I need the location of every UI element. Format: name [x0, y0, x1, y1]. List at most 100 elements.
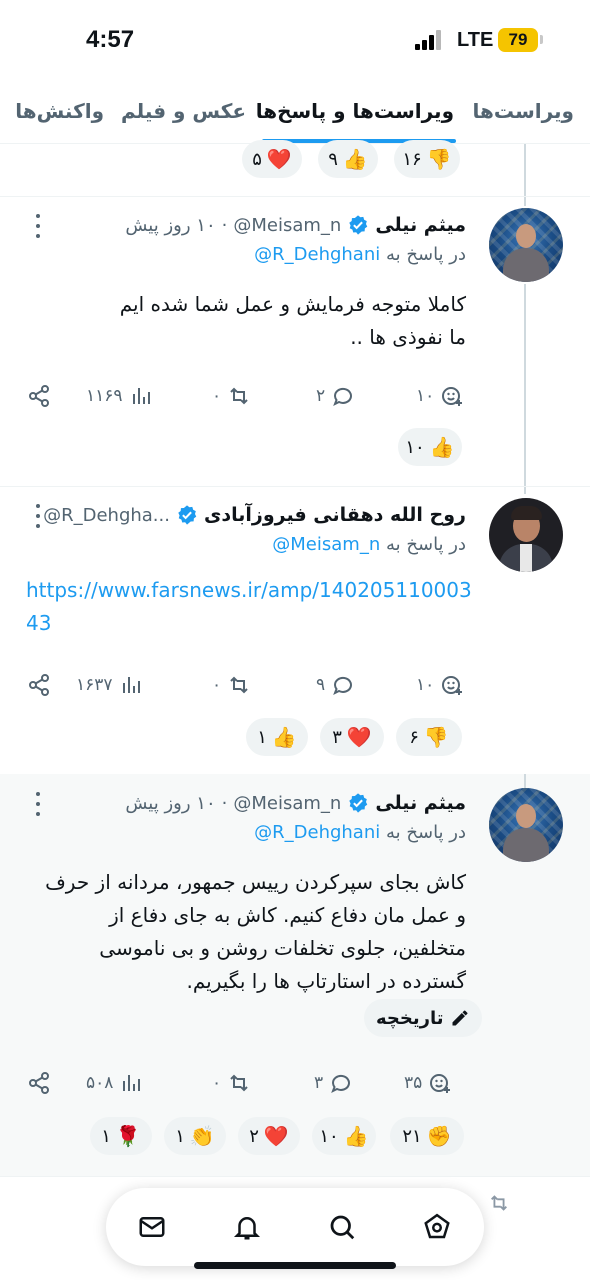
tab-posts-and-replies[interactable]: ویراست‌ها و پاسخ‌ها [256, 84, 454, 144]
mention-link[interactable]: @R_Dehghani [254, 244, 380, 265]
divider [0, 486, 590, 487]
reaction-pill[interactable]: ۵ ❤️ [242, 140, 302, 178]
reaction-pill[interactable]: ۳ ❤️ [320, 718, 384, 756]
tweet-header: میثم نیلی @Meisam_n · ۱۰ روز پیش [125, 792, 466, 814]
reaction-pill[interactable]: ۱۶ 👎 [394, 140, 460, 178]
search-icon[interactable] [327, 1212, 357, 1242]
share-button[interactable] [27, 667, 51, 703]
heart-icon: ❤️ [266, 147, 292, 171]
avatar[interactable] [489, 788, 563, 862]
reaction-pill[interactable]: ۹ 👍 [318, 140, 378, 178]
reaction-pill[interactable]: ۶ 👎 [396, 718, 462, 756]
tweet-actions: ۱۶۳۷ ۰ ۹ ۱۰ [0, 667, 590, 703]
tab-media[interactable]: عکس و فیلم [121, 84, 246, 144]
views-button[interactable]: ۵۰۸ [86, 1065, 143, 1101]
reply-button[interactable]: ۹ [316, 667, 355, 703]
reaction-pill[interactable]: ۱ 👍 [246, 718, 308, 756]
more-options-icon[interactable] [33, 792, 43, 816]
avatar[interactable] [489, 208, 563, 282]
retweet-button[interactable]: ۰ [212, 1065, 251, 1101]
more-options-icon[interactable] [33, 504, 43, 528]
status-time: 4:57 [86, 26, 135, 53]
divider [0, 1176, 590, 1177]
tab-posts[interactable]: ویراست‌ها [473, 84, 574, 144]
react-button[interactable]: ۱۰ [416, 378, 464, 414]
rose-icon: 🌹 [115, 1124, 141, 1148]
author-handle: @R_Dehgha... [43, 504, 170, 526]
mail-icon[interactable] [137, 1212, 167, 1242]
reply-icon [333, 387, 353, 407]
tweet-actions: ۵۰۸ ۰ ۳ ۳۵ [0, 1065, 590, 1101]
tweet-text: کاش بجای سپرکردن رییس جمهور، مردانه از ح… [45, 870, 466, 993]
signal-icon [415, 30, 443, 50]
author-name[interactable]: میثم نیلی [375, 792, 466, 814]
clapping-hands-icon: 👏 [189, 1124, 215, 1148]
thread-line [524, 774, 526, 788]
home-icon[interactable] [422, 1212, 452, 1242]
thumbs-up-icon: 👍 [343, 1124, 369, 1148]
reply-icon [333, 676, 353, 696]
network-label: LTE [457, 29, 494, 51]
retweet-icon [230, 387, 248, 405]
reply-context: در پاسخ به @Meisam_n [272, 534, 466, 555]
reply-context: در پاسخ به @R_Dehghani [254, 822, 466, 843]
views-button[interactable]: ۱۱۶۹ [86, 378, 153, 414]
thumbs-down-icon: 👎 [426, 147, 452, 171]
react-button[interactable]: ۱۰ [416, 667, 464, 703]
more-options-icon[interactable] [33, 214, 43, 238]
tweet-actions: ۱۱۶۹ ۰ ۲ ۱۰ [0, 378, 590, 414]
verified-badge-icon [176, 504, 198, 526]
author-handle: @Meisam_n [233, 792, 342, 814]
verified-badge-icon [347, 792, 369, 814]
reply-button[interactable]: ۳ [314, 1065, 353, 1101]
heart-icon: ❤️ [263, 1124, 289, 1148]
edit-history-button[interactable]: تاریخچه [364, 999, 482, 1037]
bell-icon[interactable] [232, 1212, 262, 1242]
tweet-link[interactable]: https://www.farsnews.ir/amp/140205110003… [26, 574, 472, 640]
mention-link[interactable]: @Meisam_n [272, 534, 380, 555]
reply-context: در پاسخ به @R_Dehghani [254, 244, 466, 265]
reaction-pill[interactable]: ۱۰ 👍 [398, 428, 462, 466]
views-icon [122, 677, 140, 693]
author-handle: @Meisam_n [233, 214, 342, 236]
add-reaction-icon [442, 387, 463, 406]
avatar[interactable] [489, 498, 563, 572]
reaction-pill[interactable]: ۱۰ 👍 [312, 1117, 376, 1155]
share-button[interactable] [27, 1065, 51, 1101]
author-name[interactable]: روح الله دهقانی فیروزآبادی [204, 504, 466, 526]
reply-button[interactable]: ۲ [316, 378, 355, 414]
views-icon [123, 1075, 141, 1091]
reaction-pill[interactable]: ۲۱ ✊ [390, 1117, 464, 1155]
tweet-header: میثم نیلی @Meisam_n · ۱۰ روز پیش [125, 214, 466, 236]
views-icon [132, 388, 150, 404]
reaction-pill[interactable]: ۲ ❤️ [238, 1117, 300, 1155]
author-name[interactable]: میثم نیلی [375, 214, 466, 236]
bottom-navigation [106, 1188, 484, 1266]
share-button[interactable] [27, 378, 51, 414]
tab-likes[interactable]: واکنش‌ها [15, 84, 104, 144]
reaction-pill[interactable]: ۱ 👏 [164, 1117, 226, 1155]
battery-tip [540, 35, 543, 44]
thumbs-up-icon: 👍 [271, 725, 297, 749]
thumbs-up-icon: 👍 [429, 435, 455, 459]
tweet-text: کاملا متوجه فرمایش و عمل شما شده ایم ما … [119, 292, 466, 349]
reply-icon [331, 1074, 351, 1094]
status-bar: 4:57 LTE 79 [0, 0, 590, 80]
home-indicator [194, 1262, 396, 1269]
verified-badge-icon [347, 214, 369, 236]
divider [0, 196, 590, 197]
views-button[interactable]: ۱۶۳۷ [76, 667, 143, 703]
retweet-icon [230, 676, 248, 694]
profile-tabs: ویراست‌ها ویراست‌ها و پاسخ‌ها عکس و فیلم… [0, 84, 590, 144]
retweet-button[interactable]: ۰ [212, 667, 251, 703]
share-icon [29, 674, 49, 696]
share-icon [29, 385, 49, 407]
mention-link[interactable]: @R_Dehghani [254, 822, 380, 843]
share-icon [29, 1072, 49, 1094]
tweet-header: روح الله دهقانی فیروزآبادی @R_Dehgha... [43, 500, 466, 530]
tweet-time: ۱۰ روز پیش [125, 792, 216, 814]
react-button[interactable]: ۳۵ [404, 1065, 452, 1101]
add-reaction-icon [430, 1074, 451, 1093]
retweet-button[interactable]: ۰ [212, 378, 251, 414]
reaction-pill[interactable]: ۱ 🌹 [90, 1117, 152, 1155]
